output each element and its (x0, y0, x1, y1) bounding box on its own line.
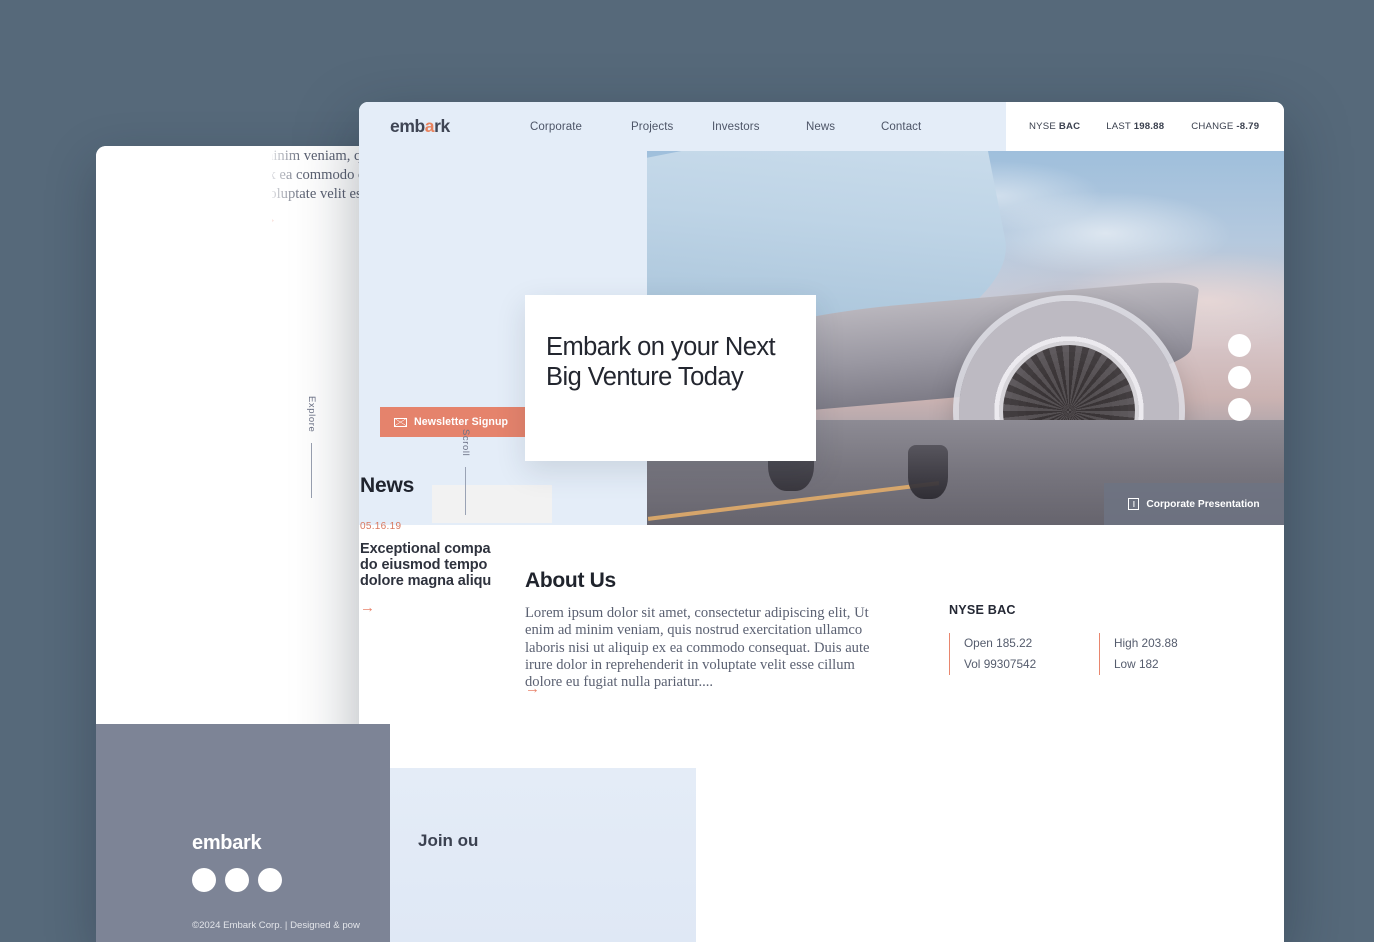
stat-high: High 203.88 (1114, 633, 1249, 654)
about-arrow-right-icon[interactable]: → (525, 681, 540, 696)
nav-item-news[interactable]: News (806, 121, 881, 133)
stat-high-label: High (1114, 636, 1139, 650)
hero-carousel-dots[interactable] (1228, 334, 1251, 421)
logo-part-2: rk (434, 116, 450, 136)
hero-section: Corporate Presentation Embark on your Ne… (359, 151, 1284, 525)
stock-ticker: NYSE BAC LAST 198.88 CHANGE -8.79 (1006, 102, 1284, 151)
stat-open-label: Open (964, 636, 993, 650)
vertical-rule (311, 443, 312, 499)
envelope-icon (394, 417, 407, 427)
join-panel-text: Join ou (418, 831, 479, 850)
stat-low-label: Low (1114, 657, 1136, 671)
stats-title: NYSE BAC (949, 603, 1016, 617)
ticker-symbol: BAC (1058, 121, 1081, 132)
back-window-join-panel: Join ou (360, 768, 696, 942)
back-window-news-section: News 05.16.19 Exceptional compa do eiusm… (360, 474, 690, 615)
nav-item-corporate[interactable]: Corporate (530, 121, 631, 133)
logo-part-1: emb (390, 116, 425, 136)
stat-high-value: 203.88 (1141, 636, 1178, 650)
stat-vol-label: Vol (964, 657, 981, 671)
site-header: embark Corporate Projects Investors News… (359, 102, 1284, 151)
footer-social-dots[interactable] (192, 868, 282, 892)
landing-gear-rear (908, 444, 949, 499)
stock-stats-panel: NYSE BAC Open 185.22 Vol 99307542 High 2… (949, 603, 1249, 675)
ticker-change: CHANGE -8.79 (1191, 121, 1259, 132)
stat-low-value: 182 (1138, 657, 1159, 671)
download-icon (1128, 498, 1140, 510)
ticker-last: LAST 198.88 (1106, 121, 1164, 132)
back-window-footer: embark ©2024 Embark Corp. | Designed & p… (96, 724, 390, 942)
stats-grid: Open 185.22 Vol 99307542 High 203.88 Low… (949, 633, 1249, 675)
carousel-dot-2[interactable] (1228, 366, 1251, 389)
scroll-text: Scroll (460, 429, 471, 457)
social-dot-1[interactable] (192, 868, 216, 892)
corporate-presentation-label: Corporate Presentation (1146, 498, 1260, 510)
nav-item-contact[interactable]: Contact (881, 121, 971, 133)
footer-copyright: ©2024 Embark Corp. | Designed & pow (192, 920, 360, 931)
news-heading: News (360, 474, 415, 497)
stats-column-right: High 203.88 Low 182 (1099, 633, 1249, 675)
explore-text: Explore (306, 396, 317, 433)
carousel-dot-3[interactable] (1228, 398, 1251, 421)
news-arrow-right-icon[interactable]: → (360, 600, 690, 615)
ticker-last-value: 198.88 (1133, 121, 1165, 132)
news-date: 05.16.19 (360, 521, 402, 532)
carousel-dot-1[interactable] (1228, 334, 1251, 357)
ticker-exchange: NYSE BAC (1029, 121, 1080, 132)
news-headline-line-3: dolore magna aliqu (360, 573, 492, 590)
news-headline-line-1: Exceptional compa (360, 541, 491, 557)
stat-open-value: 185.22 (996, 636, 1033, 650)
social-dot-2[interactable] (225, 868, 249, 892)
news-headline: Exceptional compa do eiusmod tempo dolor… (360, 541, 690, 590)
about-paragraph: Lorem ipsum dolor sit amet, consectetur … (525, 605, 870, 691)
news-headline-line-2: do eiusmod tempo (360, 557, 488, 574)
back-window-explore-label: Explore (306, 396, 317, 499)
ticker-change-value: -8.79 (1236, 121, 1260, 132)
stat-open: Open 185.22 (964, 633, 1099, 654)
ticker-exchange-label: NYSE (1029, 121, 1056, 132)
footer-logo: embark (192, 832, 262, 854)
corporate-presentation-button[interactable]: Corporate Presentation (1104, 483, 1284, 525)
hero-title: Embark on your Next Big Venture Today (546, 333, 776, 391)
newsletter-signup-label: Newsletter Signup (414, 416, 509, 428)
ticker-change-label: CHANGE (1191, 121, 1234, 132)
site-logo[interactable]: embark (390, 116, 530, 137)
nav-item-investors[interactable]: Investors (712, 121, 806, 133)
social-dot-3[interactable] (258, 868, 282, 892)
ticker-last-label: LAST (1106, 121, 1131, 132)
newsletter-signup-button[interactable]: Newsletter Signup (380, 407, 526, 437)
stats-column-left: Open 185.22 Vol 99307542 (949, 633, 1099, 675)
nav-item-projects[interactable]: Projects (631, 121, 712, 133)
stat-vol-value: 99307542 (983, 657, 1037, 671)
stat-low: Low 182 (1114, 654, 1249, 675)
stat-vol: Vol 99307542 (964, 654, 1099, 675)
logo-accent-letter: a (424, 116, 435, 136)
hero-text-card: Embark on your Next Big Venture Today (525, 295, 816, 461)
